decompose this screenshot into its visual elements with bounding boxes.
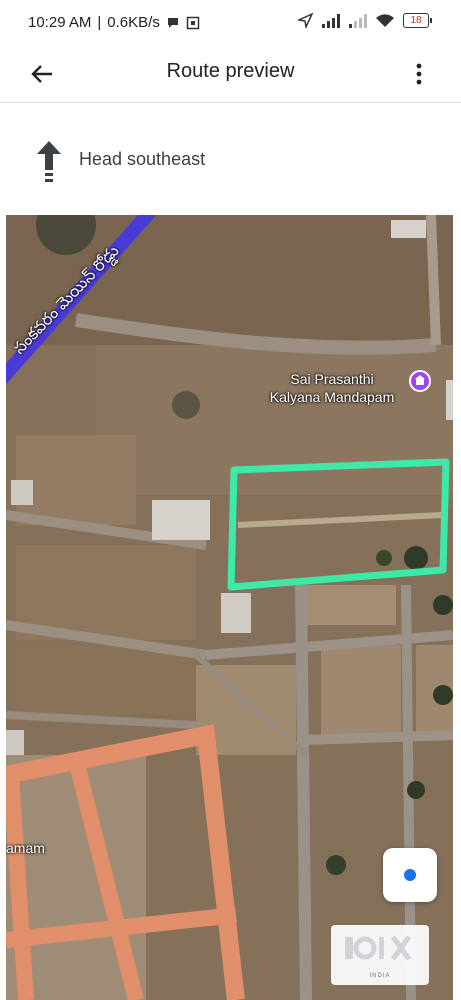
location-arrow-icon [298, 13, 313, 28]
chat-bubble-icon [167, 17, 178, 28]
status-separator: | [97, 14, 102, 31]
signal-weak-icon [349, 13, 367, 28]
app-bar: Route preview [0, 46, 461, 103]
status-bar: 10:29 AM | 0.6KB/s 18 [0, 0, 461, 46]
signal-icon [322, 13, 340, 28]
olx-logo [345, 935, 412, 961]
battery-level: 18 [410, 15, 422, 26]
my-location-icon [404, 869, 416, 881]
wifi-icon [376, 13, 394, 27]
direction-step: Head southeast [0, 103, 461, 215]
poi-name-line2: Kalyana Mandapam [269, 389, 395, 405]
arrow-up-icon [37, 141, 61, 182]
poi-label: Sai Prasanthi Kalyana Mandapam [242, 370, 422, 406]
more-vert-icon [416, 63, 422, 85]
screenshot-icon [186, 16, 200, 29]
status-right: 18 [298, 13, 432, 28]
status-network-speed: 0.6KB/s [107, 14, 160, 31]
map-edge-label: amam [6, 840, 45, 856]
building-icon [415, 375, 425, 385]
poi-pin-icon[interactable] [409, 370, 431, 392]
my-location-button[interactable] [383, 848, 437, 902]
map-view[interactable]: సంకవరం మెయిన్ రోడ్డు Sai Prasanthi Kalya… [6, 215, 453, 1000]
olx-watermark: INDIA [331, 925, 429, 985]
battery-icon: 18 [403, 13, 432, 28]
watermark-subtext: INDIA [369, 973, 391, 979]
status-left: 10:29 AM | 0.6KB/s [28, 14, 200, 31]
page-title: Route preview [166, 60, 295, 82]
poi-name-line1: Sai Prasanthi [290, 371, 374, 387]
more-options-button[interactable] [407, 58, 431, 90]
direction-text: Head southeast [79, 149, 206, 169]
status-time: 10:29 AM [28, 14, 92, 31]
